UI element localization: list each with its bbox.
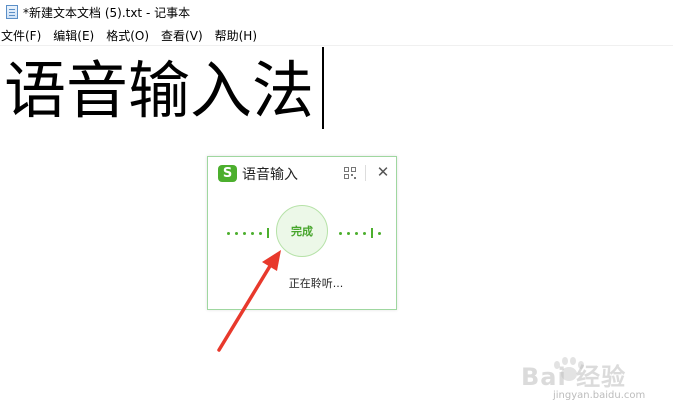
sound-wave-right — [339, 228, 386, 238]
menu-view[interactable]: 查看(V) — [159, 27, 209, 44]
sogou-logo-icon: S — [218, 165, 237, 182]
watermark-text: Bai 经验 — [521, 363, 627, 391]
menu-format[interactable]: 格式(O) — [104, 27, 155, 44]
menu-bar: 文件(F) 编辑(E) 格式(O) 查看(V) 帮助(H) — [0, 26, 673, 46]
notepad-icon — [6, 5, 18, 19]
window-title: *新建文本文档 (5).txt - 记事本 — [23, 6, 191, 20]
editor-content[interactable]: 语音输入法 — [4, 55, 314, 127]
popup-title: 语音输入 — [242, 167, 298, 183]
popup-header[interactable]: S 语音输入 ✕ — [208, 157, 396, 189]
title-bar: *新建文本文档 (5).txt - 记事本 — [0, 0, 673, 24]
menu-edit[interactable]: 编辑(E) — [51, 27, 100, 44]
done-button[interactable]: 完成 — [276, 205, 328, 257]
menu-help[interactable]: 帮助(H) — [213, 27, 263, 44]
menu-file[interactable]: 文件(F) — [0, 27, 47, 44]
qr-code-icon[interactable] — [344, 167, 356, 179]
voice-input-popup: S 语音输入 ✕ 完成 正在聆听... — [207, 156, 397, 310]
text-caret — [322, 47, 324, 129]
close-icon[interactable]: ✕ — [375, 163, 391, 181]
listening-status: 正在聆听... — [288, 277, 344, 290]
sound-wave-left — [227, 228, 274, 238]
header-divider — [365, 165, 366, 181]
watermark-url: jingyan.baidu.com — [553, 390, 646, 401]
